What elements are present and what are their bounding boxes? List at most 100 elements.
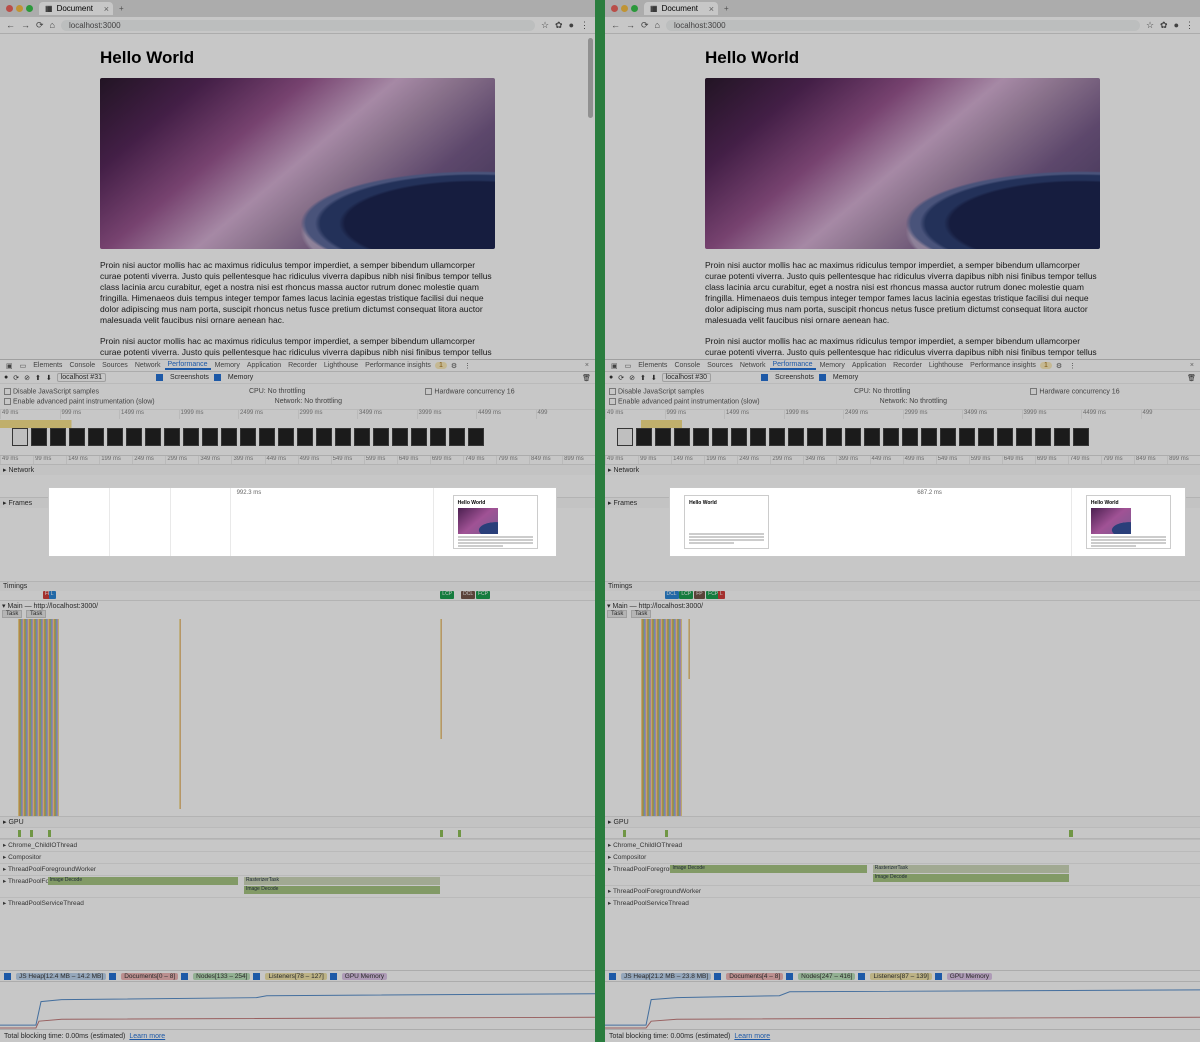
home-icon[interactable]: ⌂ (655, 20, 660, 30)
task-btn[interactable]: Task (631, 610, 651, 618)
overview-timeline[interactable]: 49 ms999 ms1499 ms1999 ms2499 ms2999 ms3… (0, 410, 595, 456)
reload-record-icon[interactable]: ⟳ (13, 374, 19, 382)
reload-record-icon[interactable]: ⟳ (618, 374, 624, 382)
warn-badge[interactable]: 1 (435, 362, 447, 369)
tag-fp[interactable]: FP (694, 591, 704, 599)
main-flame[interactable]: ▾ Main — http://localhost:3000/ Task Tas… (605, 601, 1200, 816)
menu-icon[interactable]: ⋮ (580, 20, 589, 31)
new-tab-button[interactable]: + (718, 4, 735, 13)
tag-fcp[interactable]: FCP (476, 591, 490, 599)
settings-icon[interactable]: ⚙ (1053, 362, 1065, 370)
legend-item[interactable]: Nodes[133 – 254] (193, 973, 250, 980)
task-btn[interactable]: Task (2, 610, 22, 618)
task-btn[interactable]: Task (607, 610, 627, 618)
clear-icon[interactable]: ⊘ (629, 374, 635, 382)
overview-timeline[interactable]: 49 ms999 ms1499 ms1999 ms2499 ms2999 ms3… (605, 410, 1200, 456)
adv-paint-checkbox[interactable] (609, 398, 616, 405)
legend-checkbox[interactable] (858, 973, 865, 980)
section-network[interactable]: ▸ Network (605, 465, 1200, 475)
learn-more-link[interactable]: Learn more (129, 1033, 165, 1040)
url-field[interactable]: localhost:3000 (666, 20, 1140, 31)
legend-item[interactable]: GPU Memory (947, 973, 992, 980)
url-field[interactable]: localhost:3000 (61, 20, 535, 31)
legend-item[interactable]: Documents[0 – 8] (121, 973, 178, 980)
frame-thumbnail[interactable]: Hello World (1086, 495, 1171, 549)
legend-item[interactable]: Listeners[87 – 139] (870, 973, 931, 980)
job-image-decode[interactable]: Image Decode (873, 874, 1069, 882)
legend-checkbox[interactable] (109, 973, 116, 980)
job-raster[interactable]: RasterizerTask (873, 865, 1069, 873)
profile-select[interactable]: localhost #30 (662, 373, 711, 382)
heap-graph[interactable] (605, 981, 1200, 1029)
close-icon[interactable]: × (1187, 362, 1197, 369)
learn-more-link[interactable]: Learn more (734, 1033, 770, 1040)
dt-tab[interactable]: Application (244, 362, 284, 369)
section-timings[interactable]: Timings (605, 582, 1200, 591)
thread-compositor[interactable]: ▸ Compositor (605, 851, 1200, 863)
dt-tab[interactable]: Sources (99, 362, 131, 369)
dt-tab[interactable]: Performance insights (967, 362, 1039, 369)
thread-chrome-child[interactable]: ▸ Chrome_ChildIOThread (605, 839, 1200, 851)
inspect-icon[interactable]: ▣ (608, 362, 621, 370)
legend-checkbox[interactable] (330, 973, 337, 980)
trash-icon[interactable]: 🗑 (1187, 374, 1196, 382)
home-icon[interactable]: ⌂ (50, 20, 55, 30)
dt-tab[interactable]: Console (671, 362, 703, 369)
section-gpu[interactable]: ▸ GPU (0, 817, 595, 827)
tag-dcl[interactable]: DCL (665, 591, 679, 599)
extensions-icon[interactable]: ✿ (1160, 20, 1168, 31)
thread-fg-worker[interactable]: ▸ ThreadPoolForegroundWorker Image Decod… (605, 863, 1200, 885)
screenshots-checkbox[interactable] (761, 374, 768, 381)
net-select[interactable]: No throttling (909, 398, 947, 405)
legend-checkbox[interactable] (935, 973, 942, 980)
job-raster[interactable]: RasterizerTask (244, 877, 440, 885)
legend-checkbox[interactable] (714, 973, 721, 980)
legend-item[interactable]: JS Heap[21.2 MB – 23.8 MB] (621, 973, 711, 980)
more-icon[interactable]: ⋮ (461, 362, 474, 370)
close-icon[interactable]: × (582, 362, 592, 369)
tag-lcp[interactable]: LCP (679, 591, 693, 599)
job-image-decode[interactable]: Image Decode (48, 877, 238, 885)
reload-icon[interactable]: ⟳ (36, 20, 44, 31)
thread-service[interactable]: ▸ ThreadPoolServiceThread (605, 897, 1200, 909)
dt-tab[interactable]: Elements (30, 362, 65, 369)
browser-tab[interactable]: ▦ Document × (39, 2, 113, 15)
dt-tab[interactable]: Network (737, 362, 769, 369)
legend-item[interactable]: GPU Memory (342, 973, 387, 980)
flame-graph[interactable] (605, 619, 1200, 816)
load-icon[interactable]: ⬆ (35, 374, 41, 382)
dt-tab-active[interactable]: Performance (770, 361, 816, 370)
memory-checkbox[interactable] (214, 374, 221, 381)
warn-badge[interactable]: 1 (1040, 362, 1052, 369)
scrollbar[interactable] (588, 38, 593, 118)
legend-checkbox[interactable] (609, 973, 616, 980)
frame-thumbnail[interactable]: Hello World (453, 495, 538, 549)
section-timings[interactable]: Timings (0, 582, 595, 591)
profile-icon[interactable]: ● (1174, 20, 1179, 30)
dt-tab[interactable]: Network (132, 362, 164, 369)
cpu-select[interactable]: No throttling (268, 388, 306, 395)
legend-item[interactable]: Listeners[78 – 127] (265, 973, 326, 980)
disable-js-checkbox[interactable] (4, 388, 11, 395)
thread-service[interactable]: ▸ ThreadPoolServiceThread (0, 897, 595, 909)
task-btn[interactable]: Task (26, 610, 46, 618)
back-icon[interactable]: ← (611, 20, 620, 30)
thread-chrome-child[interactable]: ▸ Chrome_ChildIOThread (0, 839, 595, 851)
thread-fg-worker[interactable]: ▸ ThreadPoolForegroundWorker Image Decod… (0, 875, 595, 897)
new-tab-button[interactable]: + (113, 4, 130, 13)
legend-item[interactable]: Nodes[247 – 416] (798, 973, 855, 980)
net-select[interactable]: No throttling (304, 398, 342, 405)
dt-tab[interactable]: Memory (817, 362, 848, 369)
dt-tab-active[interactable]: Performance (165, 361, 211, 370)
profile-icon[interactable]: ● (569, 20, 574, 30)
settings-icon[interactable]: ⚙ (448, 362, 460, 370)
menu-icon[interactable]: ⋮ (1185, 20, 1194, 31)
job-image-decode[interactable]: Image Decode (244, 886, 440, 894)
section-gpu[interactable]: ▸ GPU (605, 817, 1200, 827)
hw-checkbox[interactable] (1030, 388, 1037, 395)
traffic-lights[interactable] (605, 5, 644, 12)
legend-checkbox[interactable] (4, 973, 11, 980)
dt-tab[interactable]: Elements (635, 362, 670, 369)
main-flame[interactable]: ▾ Main — http://localhost:3000/ Task Tas… (0, 601, 595, 816)
more-icon[interactable]: ⋮ (1066, 362, 1079, 370)
